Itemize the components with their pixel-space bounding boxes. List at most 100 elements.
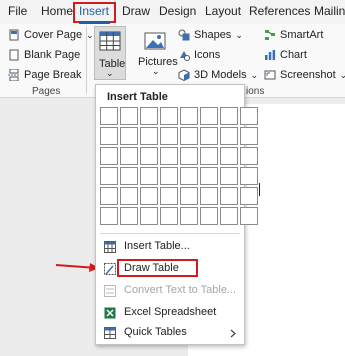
grid-cell[interactable] [120, 187, 138, 205]
grid-cell[interactable] [140, 187, 158, 205]
grid-cell[interactable] [160, 107, 178, 125]
table-button[interactable]: Table ⌄ [94, 26, 126, 80]
tab-references[interactable]: References [249, 4, 310, 18]
shapes-button[interactable]: Shapes ⌄ [178, 29, 243, 41]
chevron-down-icon: ⌄ [235, 29, 243, 40]
chevron-down-icon: ⌄ [339, 69, 345, 80]
grid-cell[interactable] [200, 167, 218, 185]
pictures-button[interactable]: Pictures ⌄ [138, 28, 178, 78]
draw-table-icon [104, 263, 116, 275]
tab-file[interactable]: File [8, 4, 27, 18]
grid-cell[interactable] [140, 167, 158, 185]
insert-table-icon [104, 241, 116, 253]
grid-cell[interactable] [220, 207, 238, 225]
convert-text-icon [104, 285, 116, 297]
dropdown-title: Insert Table [107, 91, 168, 103]
grid-cell[interactable] [140, 147, 158, 165]
chevron-down-icon: ⌄ [86, 29, 94, 40]
grid-cell[interactable] [100, 107, 118, 125]
screenshot-icon [264, 70, 276, 80]
grid-cell[interactable] [140, 107, 158, 125]
grid-cell[interactable] [180, 187, 198, 205]
grid-cell[interactable] [120, 207, 138, 225]
grid-cell[interactable] [220, 167, 238, 185]
grid-cell[interactable] [100, 187, 118, 205]
smartart-label: SmartArt [280, 29, 324, 41]
grid-cell[interactable] [120, 147, 138, 165]
cube-icon [178, 69, 190, 81]
grid-cell[interactable] [180, 147, 198, 165]
pages-group-label: Pages [32, 86, 61, 97]
tab-draw[interactable]: Draw [122, 4, 150, 18]
blank-page-button[interactable]: Blank Page [8, 49, 80, 61]
smartart-icon [265, 30, 275, 40]
grid-cell[interactable] [100, 167, 118, 185]
table-icon [99, 31, 121, 51]
draw-table-label: Draw Table [124, 262, 179, 274]
tab-mailings[interactable]: Mailing [314, 4, 345, 18]
chevron-down-icon: ⌄ [250, 69, 259, 80]
insert-table-menu-item[interactable]: Insert Table... [96, 237, 244, 257]
screenshot-label: Screenshot [280, 69, 336, 81]
grid-cell[interactable] [160, 147, 178, 165]
screenshot-button[interactable]: Screenshot ⌄ [264, 69, 345, 81]
grid-cell[interactable] [160, 167, 178, 185]
page-break-button[interactable]: Page Break [8, 69, 81, 81]
grid-cell[interactable] [200, 207, 218, 225]
grid-cell[interactable] [220, 107, 238, 125]
convert-text-menu-item: Convert Text to Table... [96, 281, 244, 301]
grid-cell[interactable] [140, 207, 158, 225]
grid-cell[interactable] [120, 167, 138, 185]
grid-cell[interactable] [200, 187, 218, 205]
illustrations-group-label: ions [246, 86, 265, 97]
grid-cell[interactable] [240, 167, 258, 185]
excel-spreadsheet-menu-item[interactable]: Excel Spreadsheet [96, 303, 244, 323]
grid-cell[interactable] [100, 127, 118, 145]
grid-cell[interactable] [100, 207, 118, 225]
draw-table-menu-item[interactable]: Draw Table [96, 259, 244, 279]
grid-cell[interactable] [220, 147, 238, 165]
insert-table-dropdown: Insert Table Insert Table... Draw Table … [95, 84, 258, 345]
cover-page-label: Cover Page [24, 29, 83, 41]
insert-tab-highlight [73, 2, 116, 23]
icons-button[interactable]: Icons [178, 49, 220, 61]
grid-cell[interactable] [220, 127, 238, 145]
3d-models-label: 3D Models [194, 69, 247, 81]
tab-layout[interactable]: Layout [205, 4, 241, 18]
grid-cell[interactable] [240, 147, 258, 165]
grid-cell[interactable] [240, 207, 258, 225]
grid-cell[interactable] [160, 207, 178, 225]
grid-cell[interactable] [120, 107, 138, 125]
grid-cell[interactable] [200, 127, 218, 145]
tab-design[interactable]: Design [159, 4, 196, 18]
grid-cell[interactable] [200, 147, 218, 165]
grid-cell[interactable] [140, 127, 158, 145]
grid-cell[interactable] [120, 127, 138, 145]
quick-tables-menu-item[interactable]: Quick Tables [96, 323, 244, 343]
grid-cell[interactable] [160, 127, 178, 145]
grid-cell[interactable] [180, 127, 198, 145]
grid-cell[interactable] [240, 187, 258, 205]
blank-page-label: Blank Page [24, 49, 81, 61]
grid-cell[interactable] [200, 107, 218, 125]
tab-home[interactable]: Home [41, 4, 73, 18]
grid-cell[interactable] [180, 207, 198, 225]
grid-cell[interactable] [180, 167, 198, 185]
grid-cell[interactable] [100, 147, 118, 165]
grid-cell[interactable] [180, 107, 198, 125]
shapes-label: Shapes [194, 29, 232, 41]
3d-models-button[interactable]: 3D Models ⌄ [178, 69, 258, 81]
grid-cell[interactable] [240, 127, 258, 145]
icons-label: Icons [194, 49, 221, 61]
chevron-down-icon: ⌄ [152, 66, 160, 76]
grid-cell[interactable] [160, 187, 178, 205]
smartart-button[interactable]: SmartArt [264, 29, 323, 41]
grid-cell[interactable] [220, 187, 238, 205]
page-break-label: Page Break [24, 69, 82, 81]
insert-table-label: Insert Table... [124, 240, 190, 252]
icons-icon [180, 51, 190, 61]
cover-page-button[interactable]: Cover Page ⌄ [8, 29, 94, 41]
quick-tables-label: Quick Tables [124, 326, 187, 338]
chart-button[interactable]: Chart [264, 49, 307, 61]
grid-cell[interactable] [240, 107, 258, 125]
